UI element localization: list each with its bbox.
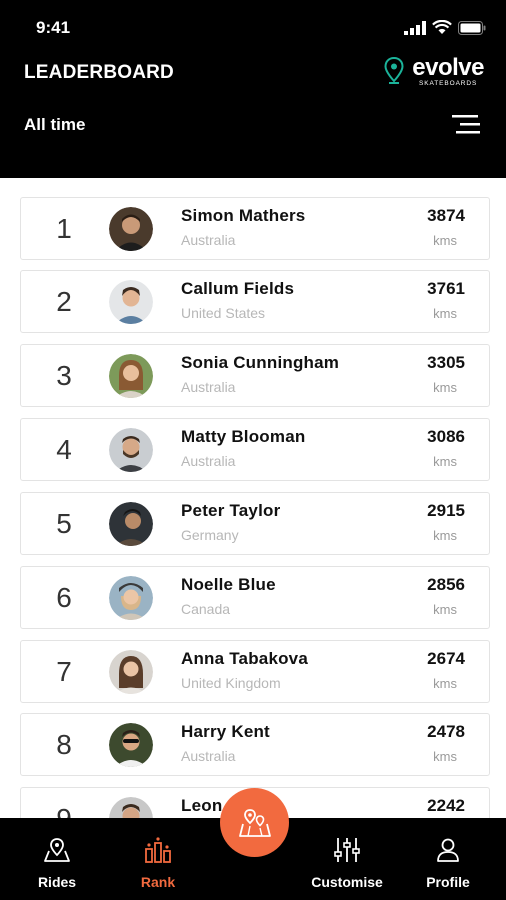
tab-customise[interactable]: Customise [302,818,392,900]
distance-unit: kms [433,233,457,248]
distance-value: 2915 [427,501,465,520]
filter-menu-button[interactable] [452,112,482,136]
wifi-icon [432,20,452,34]
sliders-icon [334,838,360,862]
podium-icon [145,837,171,863]
tab-rides[interactable]: Rides [22,818,92,900]
distance-unit: kms [433,306,457,321]
distance-value: 2242 [427,796,465,815]
status-icons [404,20,486,35]
leaderboard-row[interactable]: 4 Matty Blooman Australia 3086 kms [20,418,490,481]
rank-number: 9 [56,802,72,819]
rank-number: 6 [56,581,72,613]
leaderboard-row[interactable]: 5 Peter Taylor Germany 2915 kms [20,492,490,555]
distance-unit: kms [433,676,457,691]
rider-country: Germany [181,527,239,543]
rank-number: 7 [56,655,72,687]
tab-profile[interactable]: Profile [413,818,483,900]
tab-label: Rides [37,874,77,890]
distance-unit: kms [433,454,457,469]
distance-value: 3305 [427,353,465,372]
cellular-signal-icon [404,21,426,35]
distance-value: 2478 [427,722,465,741]
distance-value: 2674 [427,649,465,668]
avatar [109,576,153,620]
rider-name: Leon [181,796,223,815]
rank-number: 3 [56,359,72,391]
rider-country: Australia [181,748,236,764]
distance-unit: kms [433,602,457,617]
leaderboard-row[interactable]: 1 Simon Mathers Australia 3874 kms [20,197,490,260]
time-filter-label[interactable]: All time [24,115,85,135]
tab-label: Profile [426,874,470,890]
avatar [109,354,153,398]
battery-icon [458,21,486,35]
rider-name: Sonia Cunningham [181,353,340,372]
avatar [109,428,153,472]
menu-lines-icon [452,115,480,134]
distance-unit: kms [433,749,457,764]
brand-logo: evolve SKATEBOARDS [384,56,484,88]
logo-text: evolve SKATEBOARDS [412,56,484,88]
user-icon [437,838,459,862]
rider-name: Noelle Blue [181,575,276,594]
distance-value: 3761 [427,279,465,298]
logo-word: evolve [412,54,484,81]
rider-country: Australia [181,453,236,469]
tab-label-active: Rank [140,874,176,890]
avatar [109,207,153,251]
distance-value: 3086 [427,427,465,446]
map-pin-icon [44,838,70,862]
rider-name: Peter Taylor [181,501,281,520]
rider-name: Simon Mathers [181,206,306,225]
tab-rank[interactable]: Rank [123,818,193,900]
map-action-button[interactable] [220,788,289,857]
leaderboard-row[interactable]: 8 Harry Kent Australia 2478 kms [20,713,490,776]
leaderboard-list[interactable]: 1 Simon Mathers Australia 3874 kms 2 Cal… [0,178,506,818]
distance-unit: kms [433,380,457,395]
rider-name: Matty Blooman [181,427,306,446]
map-route-icon [238,808,271,837]
distance-value: 3874 [427,206,465,225]
rider-country: United States [181,305,266,321]
avatar [109,280,153,324]
app-header: 9:41 LEADERBOARD evolve SKATEBOARDS All … [0,0,506,178]
rider-country: Australia [181,379,236,395]
page-title: LEADERBOARD [24,62,174,83]
leaderboard-row[interactable]: 3 Sonia Cunningham Australia 3305 kms [20,344,490,407]
location-pin-logo-icon [384,56,404,84]
rider-name: Harry Kent [181,722,270,741]
rider-name: Callum Fields [181,279,295,298]
rank-number: 1 [56,212,72,244]
avatar [109,723,153,767]
distance-unit: kms [433,528,457,543]
rank-number: 2 [56,285,72,317]
rider-name: Anna Tabakova [181,649,308,668]
rank-number: 4 [56,433,72,465]
rider-country: Australia [181,232,236,248]
leaderboard-row[interactable]: 7 Anna Tabakova United Kingdom 2674 kms [20,640,490,703]
avatar [109,797,153,818]
tab-label: Customise [311,874,383,890]
rank-number: 5 [56,507,72,539]
rank-number: 8 [56,728,72,760]
status-time: 9:41 [36,18,71,37]
leaderboard-row[interactable]: 2 Callum Fields United States 3761 kms [20,270,490,333]
rider-country: United Kingdom [181,675,281,691]
avatar [109,502,153,546]
distance-value: 2856 [427,575,465,594]
rider-country: Canada [181,601,231,617]
leaderboard-row[interactable]: 6 Noelle Blue Canada 2856 kms [20,566,490,629]
logo-subtitle: SKATEBOARDS [419,80,478,87]
avatar [109,650,153,694]
